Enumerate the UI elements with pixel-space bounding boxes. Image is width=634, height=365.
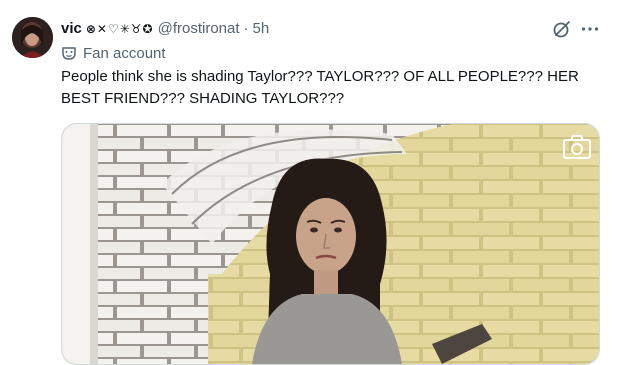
mask-icon [62, 47, 76, 60]
separator-dot: · [243, 20, 249, 37]
tweet-text: People think she is shading Taylor??? TA… [61, 68, 579, 107]
tweet-header: vic ⊗✕♡✳♉✪ @frostironat · 5h [61, 19, 269, 39]
tweet-media[interactable] [61, 123, 600, 365]
camera-icon[interactable] [562, 134, 592, 160]
account-label-text: Fan account [83, 44, 166, 62]
display-name[interactable]: vic [61, 19, 82, 39]
account-label: Fan account [61, 43, 166, 63]
avatar[interactable] [12, 17, 53, 58]
avatar-image [12, 17, 53, 58]
timestamp[interactable]: 5h [253, 19, 270, 39]
display-name-emoji[interactable]: ⊗✕♡✳♉✪ [86, 19, 154, 39]
more-icon[interactable] [580, 19, 600, 39]
grok-icon[interactable] [552, 19, 572, 39]
media-image [62, 124, 599, 364]
user-handle[interactable]: @frostironat [158, 19, 240, 39]
